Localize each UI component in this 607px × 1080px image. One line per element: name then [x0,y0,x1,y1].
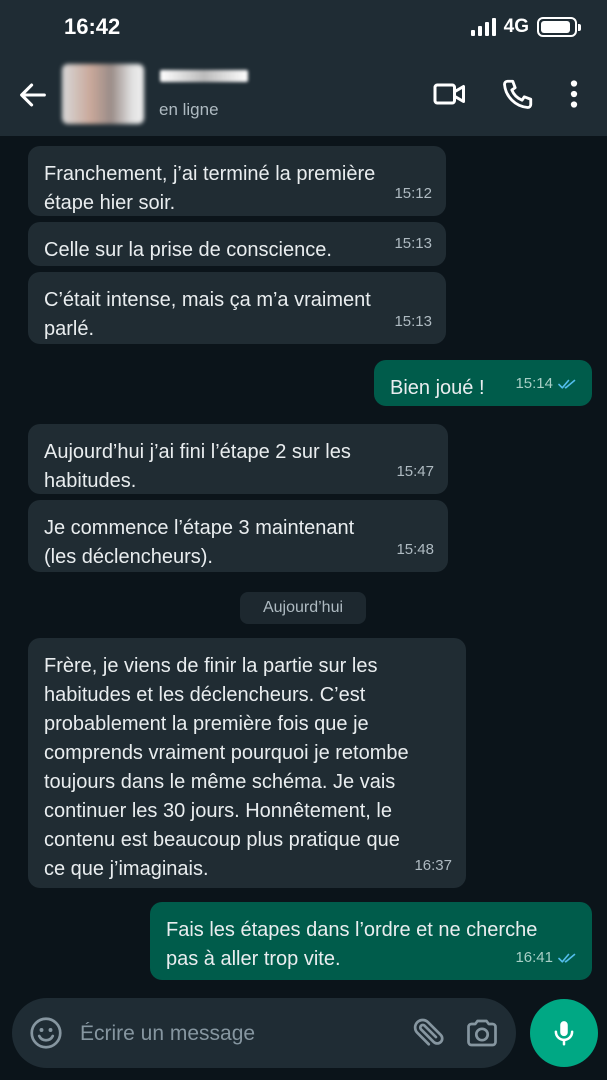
camera-icon[interactable] [464,1015,500,1051]
message-meta: 16:37 [414,851,452,880]
message-time: 15:13 [394,313,432,330]
status-indicators: 4G [470,16,581,38]
message-meta: 15:13 [394,307,432,336]
microphone-button[interactable] [530,999,598,1067]
microphone-icon [554,1021,574,1046]
message-meta: 15:13 [394,229,432,258]
message-time: 16:37 [414,857,452,874]
message-meta: 15:48 [396,535,434,564]
network-label: 4G [503,16,529,37]
message-bubble-incoming[interactable]: Je commence l’étape 3 maintenant (les dé… [28,500,448,572]
status-time: 16:42 [64,14,121,39]
message-list[interactable]: Franchement, j’ai terminé la première ét… [0,136,607,992]
message-meta: 15:14 [515,369,578,398]
date-separator: Aujourd’hui [240,592,366,624]
phone-icon[interactable] [500,76,536,112]
message-text: Aujourd’hui j’ai fini l’étape 2 sur les … [44,441,351,492]
read-ticks-icon [558,379,576,389]
read-ticks-icon [558,953,576,963]
more-vertical-icon[interactable] [556,76,592,112]
contact-name-redacted[interactable] [160,70,248,82]
message-meta: 15:47 [396,457,434,486]
message-text: Franchement, j’ai terminé la première ét… [44,163,376,214]
message-bubble-incoming[interactable]: Franchement, j’ai terminé la première ét… [28,146,446,216]
signal-icon [470,18,496,36]
battery-fill [541,21,570,33]
chat-screen: 16:42 4G en ligne Franchement, j’ai term… [0,0,607,1080]
composer-bar [0,992,607,1080]
message-meta: 16:41 [515,943,578,972]
message-text: Frère, je viens de finir la partie sur l… [44,655,409,880]
message-input[interactable] [80,1020,400,1048]
message-time: 16:41 [515,949,553,966]
video-camera-icon[interactable] [432,76,468,112]
avatar[interactable] [62,64,144,124]
message-bubble-outgoing[interactable]: Fais les étapes dans l’ordre et ne cherc… [150,902,592,980]
contact-status: en ligne [159,100,219,119]
message-text: Celle sur la prise de conscience. [44,239,332,261]
message-time: 15:13 [394,235,432,252]
smiley-icon[interactable] [28,1015,64,1051]
status-bar: 16:42 4G [0,0,607,54]
paperclip-icon[interactable] [410,1015,446,1051]
battery-icon [537,17,581,37]
message-bubble-incoming[interactable]: Celle sur la prise de conscience. 15:13 [28,222,446,266]
message-text: Je commence l’étape 3 maintenant (les dé… [44,517,355,568]
arrow-left-icon[interactable] [16,78,50,112]
message-time: 15:47 [396,463,434,480]
message-time: 15:48 [396,541,434,558]
message-bubble-incoming[interactable]: C’était intense, mais ça m’a vraiment pa… [28,272,446,344]
message-text: C’était intense, mais ça m’a vraiment pa… [44,289,371,340]
chat-header: en ligne [0,54,607,136]
message-meta: 15:12 [394,179,432,208]
message-bubble-outgoing[interactable]: Bien joué ! 15:14 [374,360,592,406]
composer[interactable] [12,998,516,1068]
message-bubble-incoming[interactable]: Aujourd’hui j’ai fini l’étape 2 sur les … [28,424,448,494]
message-time: 15:12 [394,185,432,202]
message-time: 15:14 [515,375,553,392]
message-bubble-incoming[interactable]: Frère, je viens de finir la partie sur l… [28,638,466,888]
